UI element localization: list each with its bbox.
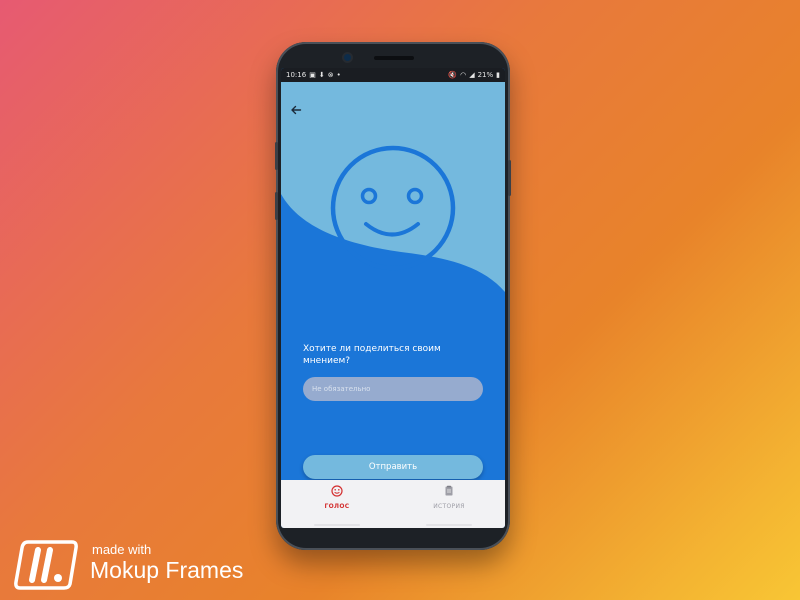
- download-notification-icon: ⬇: [318, 70, 325, 79]
- image-notification-icon: ▣: [309, 70, 316, 79]
- tab-history-label: ИСТОРИЯ: [433, 503, 465, 510]
- back-button[interactable]: [289, 104, 303, 118]
- earpiece-speaker: [374, 56, 414, 60]
- status-bar: 10:16 ▣ ⬇ ⊗ • 🔇 ◠ ◢ 21% ▮: [281, 68, 505, 82]
- app-screen: 10:16 ▣ ⬇ ⊗ • 🔇 ◠ ◢ 21% ▮ Хотите ли поде…: [281, 68, 505, 528]
- more-notifications-icon: •: [336, 70, 341, 79]
- battery-percent: 21%: [477, 71, 494, 79]
- power-button: [508, 160, 511, 196]
- comment-input[interactable]: [303, 377, 483, 401]
- volume-button: [275, 142, 278, 170]
- survey-question: Хотите ли поделиться своим мнением?: [303, 344, 441, 366]
- wifi-icon: ◠: [460, 70, 467, 79]
- tab-vote[interactable]: ГОЛОС: [281, 480, 393, 528]
- watermark-line1: made with: [92, 542, 152, 557]
- front-camera: [344, 54, 351, 61]
- tab-history[interactable]: ИСТОРИЯ: [393, 480, 505, 528]
- tab-vote-label: ГОЛОС: [324, 503, 350, 510]
- submit-button[interactable]: Отправить: [303, 455, 483, 479]
- smiley-face-icon: [330, 145, 456, 271]
- mokup-frames-logo: [14, 540, 78, 590]
- arrow-left-icon: [291, 105, 302, 115]
- phone-frame: 10:16 ▣ ⬇ ⊗ • 🔇 ◠ ◢ 21% ▮ Хотите ли поде…: [275, 42, 511, 550]
- watermark-line2: Mokup Frames: [90, 557, 244, 583]
- signal-icon: ◢: [469, 70, 475, 79]
- mute-icon: 🔇: [448, 70, 458, 79]
- hero-section: [281, 82, 505, 312]
- bottom-navigation: ГОЛОС ИСТОРИЯ: [281, 480, 505, 528]
- document-icon: [445, 485, 453, 496]
- tab-history-indicator: [426, 524, 472, 526]
- tab-vote-indicator: [314, 524, 360, 526]
- smiley-face-icon: [331, 485, 343, 497]
- status-time: 10:16: [286, 71, 307, 79]
- battery-icon: ▮: [496, 70, 500, 79]
- bixby-button: [275, 192, 278, 220]
- blocked-notification-icon: ⊗: [327, 70, 334, 79]
